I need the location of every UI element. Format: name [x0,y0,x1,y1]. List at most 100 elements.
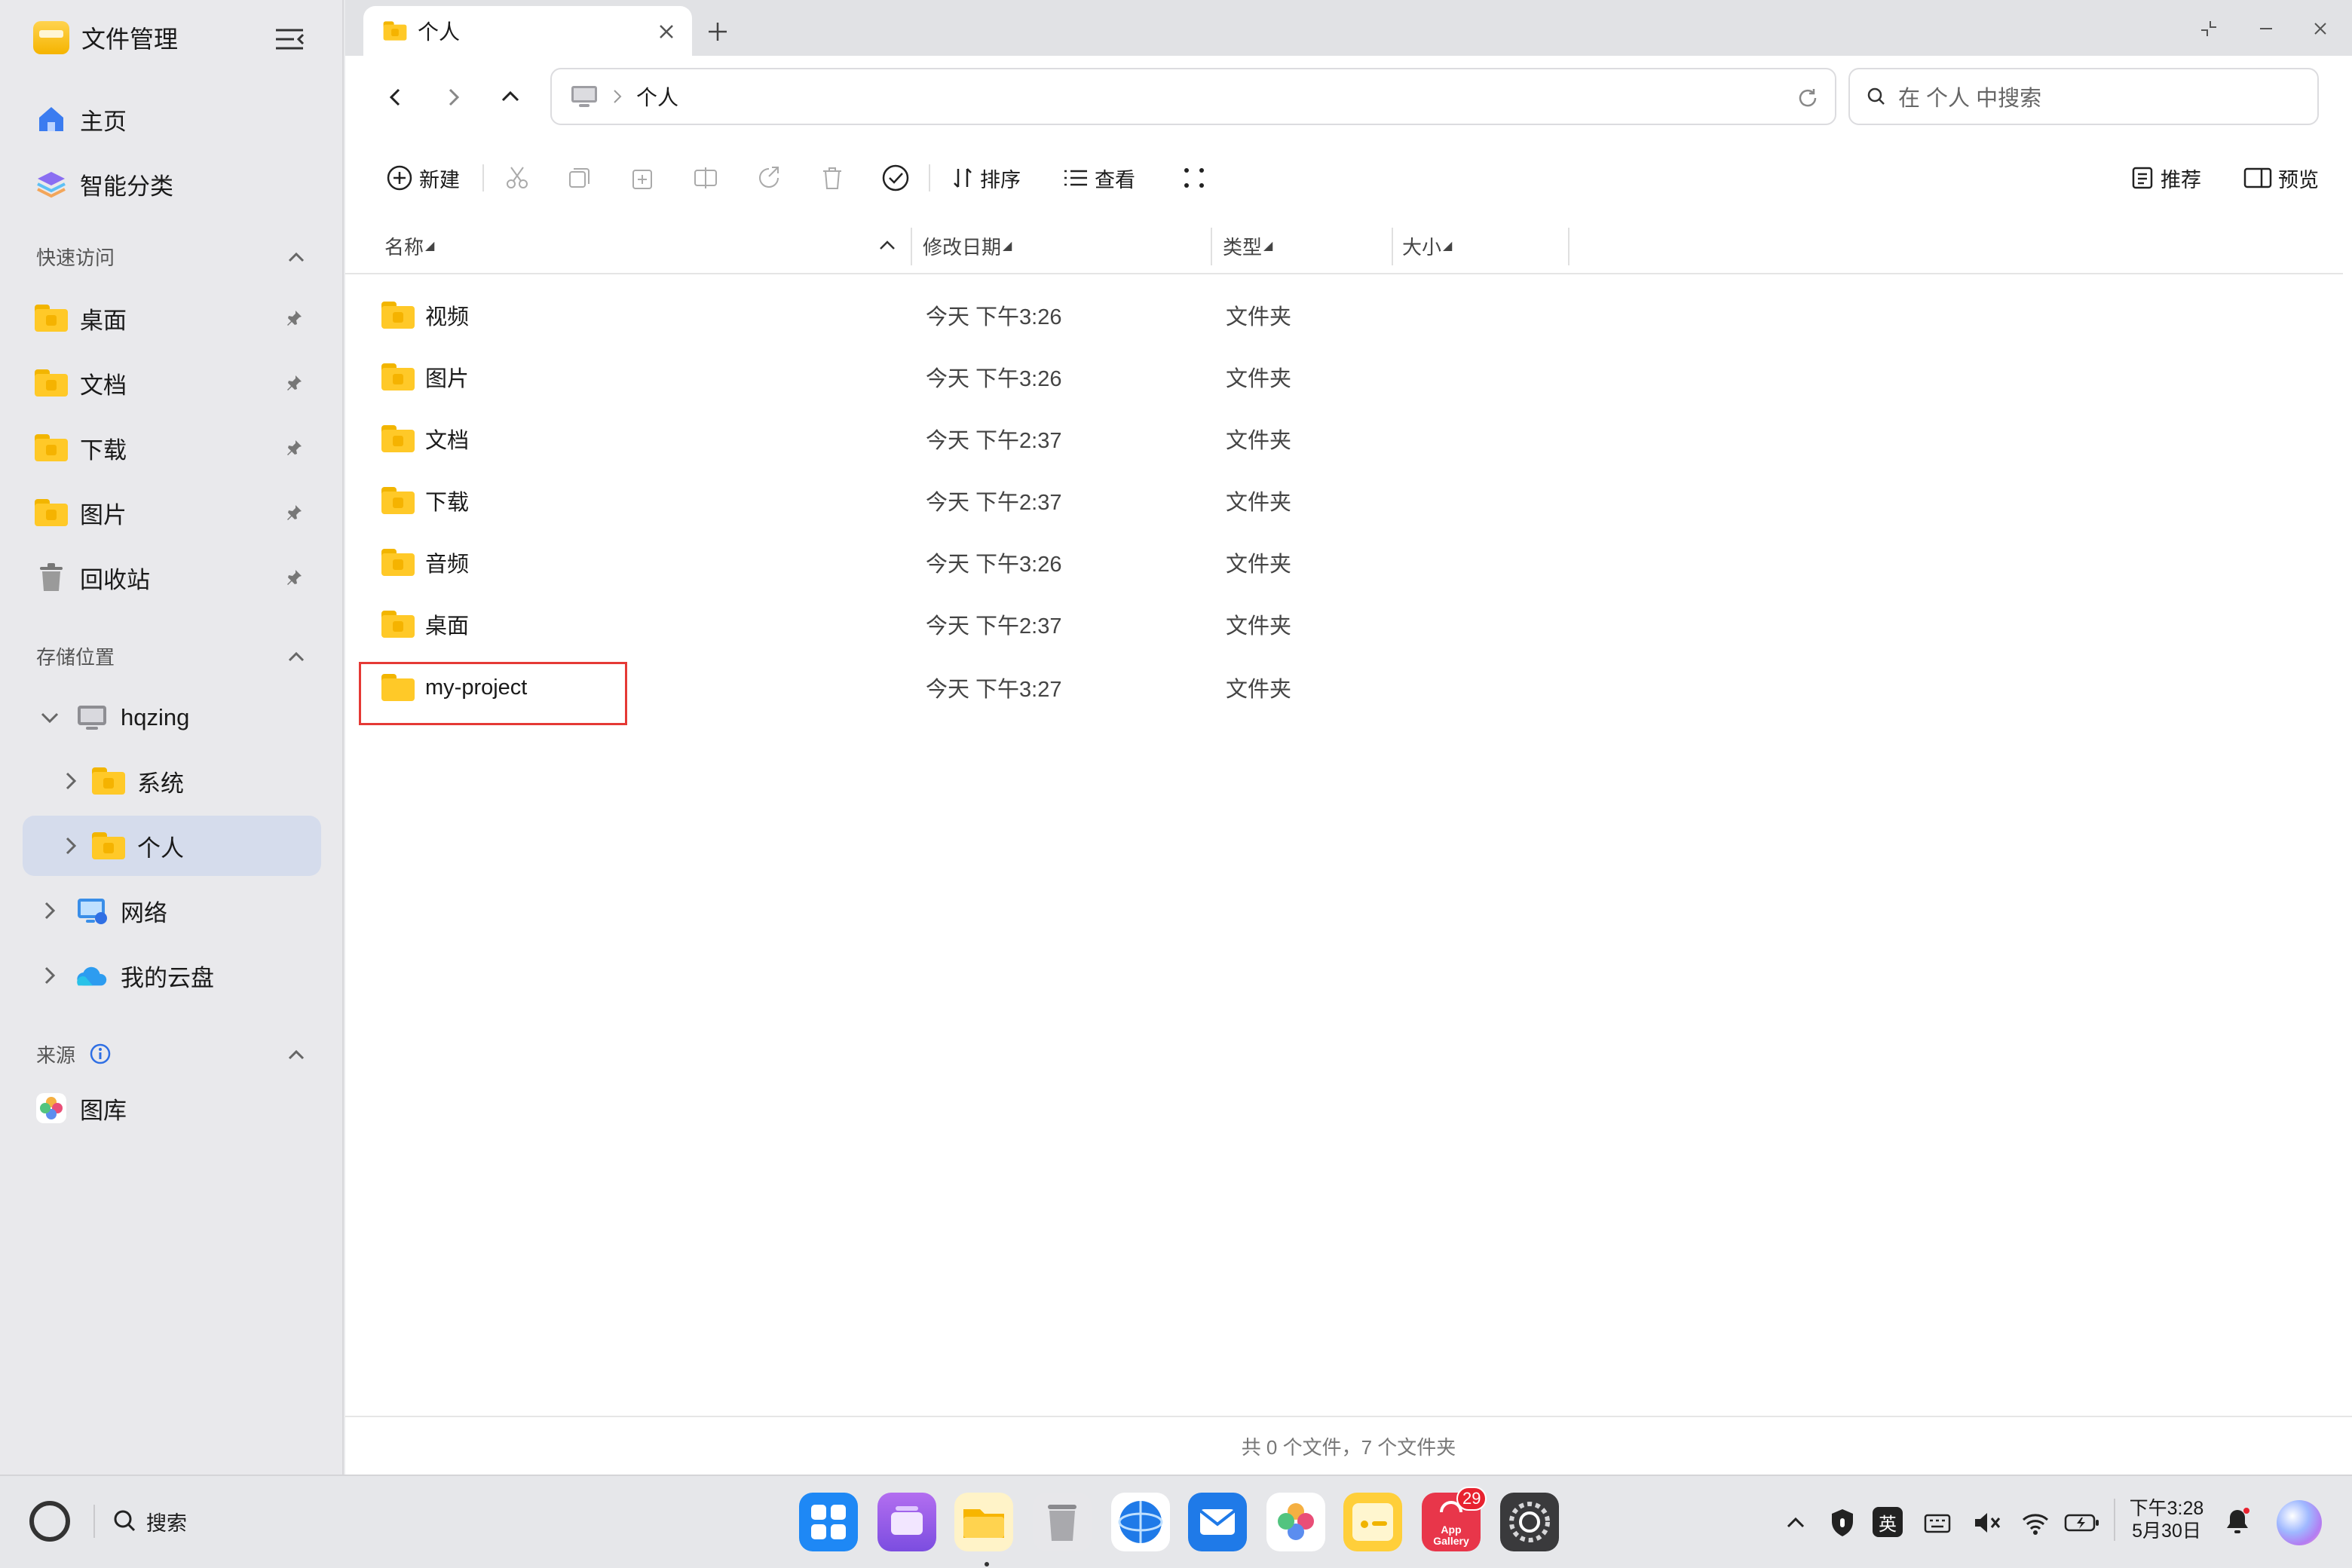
cut-icon[interactable] [504,164,531,191]
table-row[interactable]: 视频 今天 下午3:26 文件夹 [359,285,2334,345]
download-folder-icon [381,487,415,514]
sidebar-item-home[interactable]: 主页 [23,89,321,149]
sidebar-item-pictures[interactable]: 图片 [23,482,321,543]
column-modified-date[interactable]: 修改日期 ◢ [923,217,1012,274]
refresh-icon[interactable] [1796,86,1820,110]
file-manager-dock-icon[interactable] [954,1493,1013,1551]
chevron-up-icon [288,651,305,662]
sidebar-item-gallery[interactable]: 图库 [23,1078,321,1138]
minimize-icon[interactable] [2256,18,2277,39]
chevron-right-icon[interactable] [38,963,62,988]
paste-icon[interactable] [629,164,656,191]
sidebar-item-desktop[interactable]: 桌面 [23,288,321,348]
chevron-up-icon[interactable] [876,234,899,256]
mail-icon[interactable] [1188,1493,1247,1551]
column-type[interactable]: 类型 ◢ [1223,217,1272,274]
grid-view-icon[interactable] [1182,166,1206,190]
sidebar-item-downloads[interactable]: 下载 [23,418,321,478]
chevron-up-icon[interactable] [1784,1511,1808,1535]
wifi-icon[interactable] [2020,1509,2050,1536]
rename-icon[interactable] [692,164,719,191]
info-icon[interactable] [89,1043,112,1065]
share-icon[interactable] [755,164,782,191]
pin-icon[interactable] [285,309,303,327]
pin-icon[interactable] [285,439,303,457]
battery-charging-icon[interactable] [2064,1511,2100,1535]
chevron-right-icon[interactable] [59,769,83,793]
shield-icon[interactable] [1829,1508,1856,1538]
select-icon[interactable] [880,163,911,193]
table-row[interactable]: my-project 今天 下午3:27 文件夹 [359,657,2334,718]
sidebar-item-cloud[interactable]: 我的云盘 [23,945,321,1006]
delete-icon[interactable] [819,164,846,191]
desktop-folder-icon [381,611,415,638]
sidebar-item-personal[interactable]: 个人 [23,816,321,876]
clock[interactable]: 下午3:28 5月30日 [2124,1497,2209,1542]
menu-collapse-icon [276,29,305,50]
recycle-bin-dock-icon[interactable] [1033,1493,1092,1551]
browser-icon[interactable] [1111,1493,1170,1551]
app-launcher-icon[interactable] [799,1493,858,1551]
pin-icon[interactable] [285,374,303,392]
column-divider[interactable] [1568,228,1570,265]
close-window-icon[interactable] [2310,18,2331,39]
table-row[interactable]: 下载 今天 下午2:37 文件夹 [359,470,2334,531]
sidebar-item-smart-category[interactable]: 智能分类 [23,154,321,214]
view-button[interactable]: 查看 [1063,155,1135,201]
table-row[interactable]: 文档 今天 下午2:37 文件夹 [359,409,2334,469]
sort-button[interactable]: 排序 [951,155,1021,201]
column-size[interactable]: 大小 ◢ [1402,217,1452,274]
ime-indicator[interactable]: 英 [1873,1505,1903,1539]
column-divider[interactable] [1392,228,1393,265]
new-button[interactable]: 新建 [386,155,460,201]
preview-button[interactable]: 预览 [2243,155,2319,201]
storage-heading[interactable]: 存储位置 [36,638,308,674]
taskbar-search-button[interactable]: 搜索 [112,1502,187,1541]
settings-icon[interactable] [1500,1493,1559,1551]
breadcrumb[interactable]: 个人 [636,81,678,112]
sidebar-toggle-button[interactable] [273,24,306,54]
sidebar-item-network[interactable]: 网络 [23,880,321,941]
multitask-icon[interactable] [877,1493,936,1551]
restore-icon[interactable] [2198,18,2219,39]
sort-indicator-icon: ◢ [1263,240,1273,253]
column-divider[interactable] [1211,228,1212,265]
notification-bell-icon[interactable] [2222,1506,2252,1536]
back-button[interactable] [377,78,415,116]
desktop-folder-icon [35,302,68,335]
sidebar-item-recycle-bin[interactable]: 回收站 [23,547,321,608]
search-input[interactable]: 在 个人 中搜索 [1898,81,2041,112]
quick-access-heading[interactable]: 快速访问 [36,238,308,274]
up-button[interactable] [492,78,529,116]
sidebar-item-device[interactable]: hqzing [23,688,321,748]
sidebar-item-documents[interactable]: 文档 [23,353,321,413]
tab-personal[interactable]: 个人 [363,6,692,56]
pin-icon[interactable] [285,504,303,522]
assistant-icon[interactable] [2277,1500,2322,1545]
column-divider[interactable] [911,228,912,265]
address-bar[interactable]: 个人 [550,68,1836,125]
table-row[interactable]: 图片 今天 下午3:26 文件夹 [359,347,2334,407]
search-field[interactable]: 在 个人 中搜索 [1848,68,2319,125]
keyboard-icon[interactable] [1922,1509,1952,1536]
new-tab-icon[interactable] [706,20,730,44]
chevron-right-icon[interactable] [59,834,83,858]
close-icon[interactable] [656,21,677,42]
forward-button[interactable] [434,78,472,116]
sidebar-item-system[interactable]: 系统 [23,751,321,811]
table-row[interactable]: 音频 今天 下午3:26 文件夹 [359,532,2334,593]
sources-heading[interactable]: 来源 [36,1036,308,1072]
status-bar: 共 0 个文件，7 个文件夹 [345,1416,2352,1475]
volume-muted-icon[interactable] [1972,1509,2002,1536]
notes-icon[interactable] [1343,1493,1402,1551]
copy-icon[interactable] [565,164,593,191]
pin-icon[interactable] [285,568,303,586]
table-row[interactable]: 桌面 今天 下午2:37 文件夹 [359,594,2334,654]
chevron-right-icon[interactable] [38,899,62,923]
column-name[interactable]: 名称 ◢ [384,217,434,274]
app-gallery-icon[interactable]: App Gallery 29 [1422,1487,1487,1551]
launcher-icon[interactable] [26,1497,74,1545]
chevron-down-icon[interactable] [38,706,62,730]
recommend-button[interactable]: 推荐 [2130,155,2201,201]
gallery-dock-icon[interactable] [1266,1493,1325,1551]
